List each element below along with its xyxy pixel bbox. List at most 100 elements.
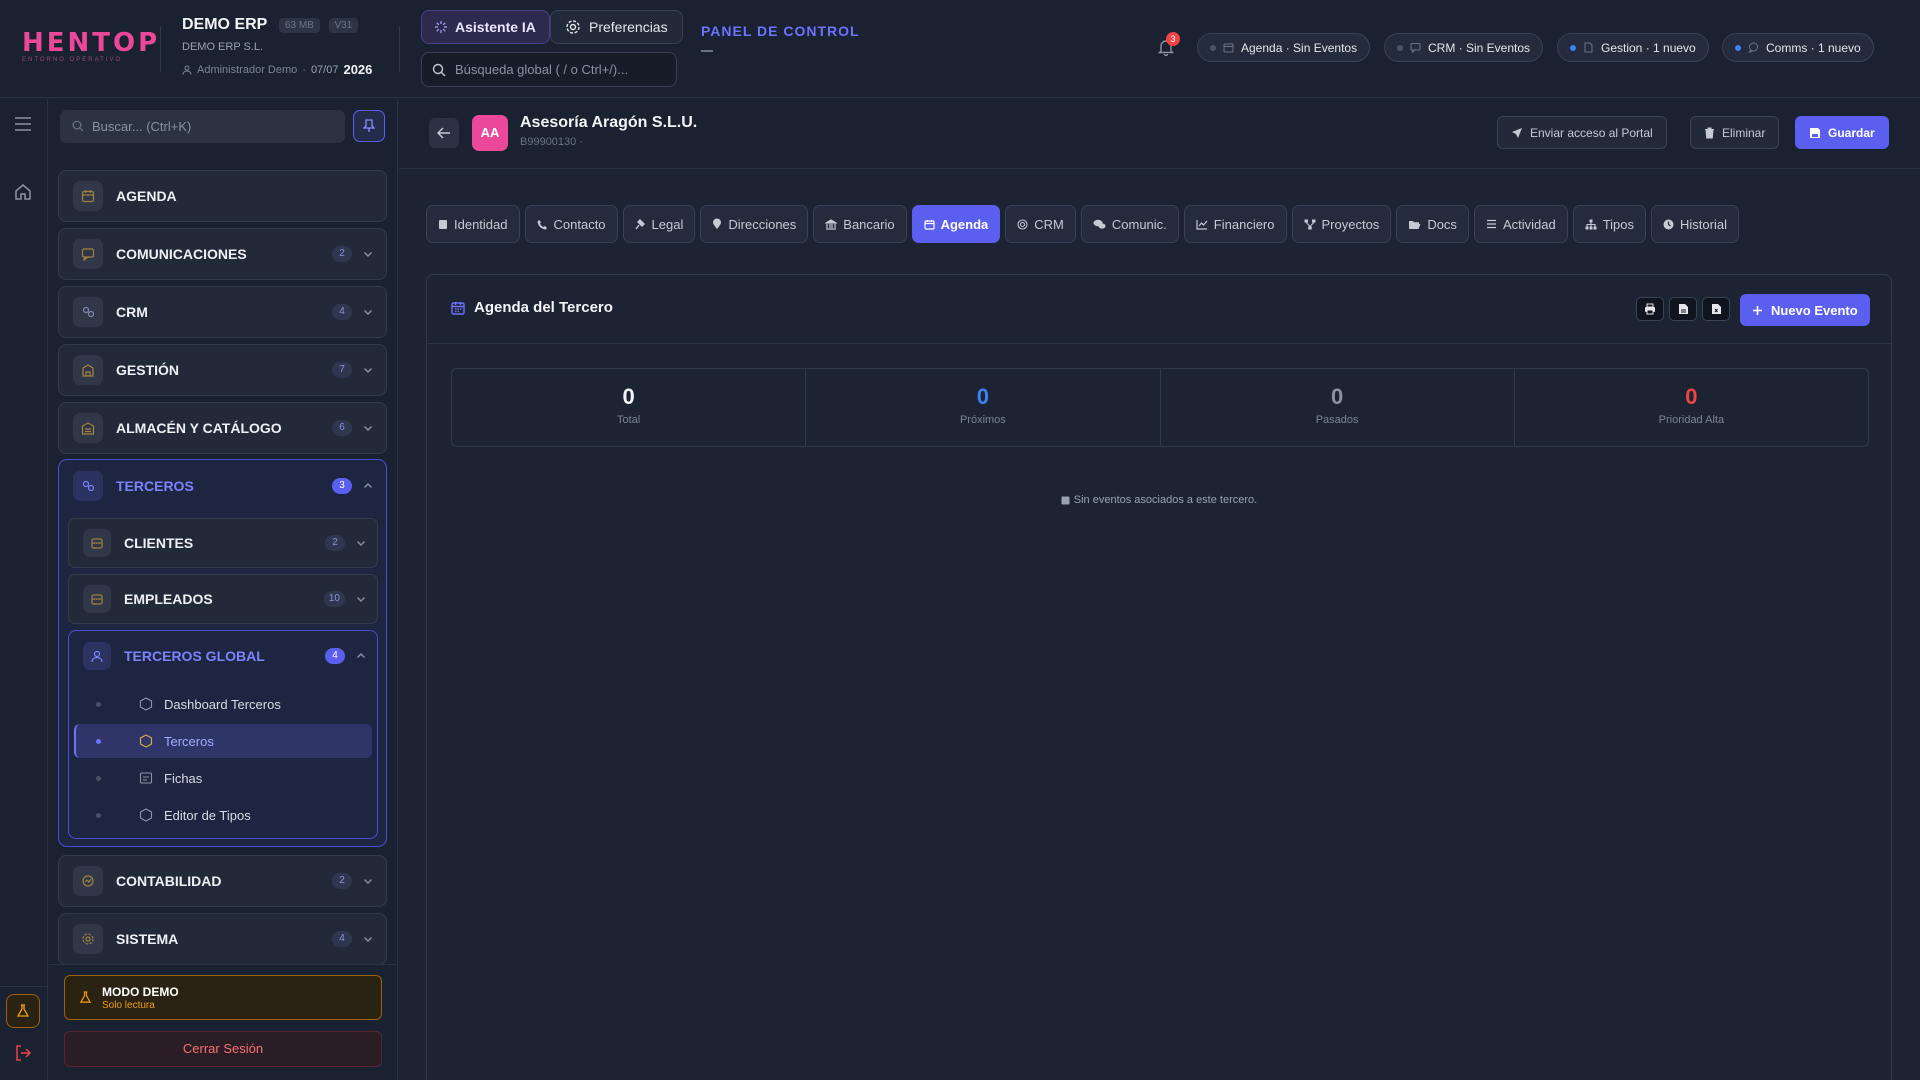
delete-button[interactable]: Eliminar — [1690, 116, 1780, 149]
id-card-icon — [438, 219, 448, 230]
status-chip-gestion[interactable]: Gestion · 1 nuevo — [1557, 33, 1709, 62]
app-info: DEMO ERP 63 MB V31 DEMO ERP S.L. Adminis… — [182, 16, 372, 77]
search-icon — [72, 120, 84, 132]
demo-mode-banner: MODO DEMO Solo lectura — [64, 975, 382, 1020]
logout-icon[interactable] — [14, 1044, 32, 1062]
sidebar-leaf-terceros[interactable]: Terceros — [74, 724, 372, 758]
count-badge: 4 — [332, 931, 352, 947]
preferences-button[interactable]: Preferencias — [550, 10, 683, 44]
sidebar: Buscar... (Ctrl+K) AGENDA COMUNICACIONES… — [49, 99, 398, 1080]
tab-historial[interactable]: Historial — [1651, 205, 1739, 243]
current-year: 2026 — [343, 62, 373, 77]
tab-actividad[interactable]: Actividad — [1473, 205, 1568, 243]
sidebar-item-clientes[interactable]: CLIENTES 2 — [68, 518, 378, 568]
crm-icon — [73, 297, 103, 327]
new-event-button[interactable]: Nuevo Evento — [1740, 294, 1870, 326]
pin-icon[interactable] — [353, 110, 385, 142]
editor-icon — [139, 808, 153, 822]
hamburger-menu-icon[interactable] — [14, 117, 32, 131]
calendar-icon — [451, 301, 465, 315]
tab-agenda[interactable]: Agenda — [911, 205, 1001, 243]
tab-comunic[interactable]: Comunic. — [1080, 205, 1179, 243]
avatar: AA — [472, 115, 508, 151]
logout-button[interactable]: Cerrar Sesión — [64, 1031, 382, 1067]
tab-identidad[interactable]: Identidad — [426, 205, 520, 243]
sidebar-item-contabilidad[interactable]: CONTABILIDAD 2 — [58, 855, 387, 907]
tab-docs[interactable]: Docs — [1396, 205, 1469, 243]
status-chip-crm[interactable]: CRM · Sin Eventos — [1384, 33, 1544, 62]
tab-financiero[interactable]: Financiero — [1183, 205, 1287, 243]
app-logo[interactable]: HENTOP ENTORNO OPERATIVO — [22, 30, 157, 64]
sidebar-search-input[interactable]: Buscar... (Ctrl+K) — [60, 110, 345, 143]
status-chip-comms[interactable]: Comms · 1 nuevo — [1722, 33, 1874, 62]
sidebar-item-empleados[interactable]: EMPLEADOS 10 — [68, 574, 378, 624]
sidebar-item-crm[interactable]: CRM 4 — [58, 286, 387, 338]
global-search-input[interactable]: Búsqueda global ( / o Ctrl+/)... — [421, 52, 677, 87]
send-portal-access-button[interactable]: Enviar acceso al Portal — [1497, 116, 1667, 149]
status-dot — [1210, 44, 1216, 51]
agenda-title: Agenda del Tercero — [451, 299, 613, 316]
sidebar-item-agenda[interactable]: AGENDA — [58, 170, 387, 222]
tab-crm[interactable]: CRM — [1005, 205, 1076, 243]
stat-value: 0 — [622, 384, 635, 409]
home-icon[interactable] — [14, 183, 32, 201]
sidebar-leaf-editor-tipos[interactable]: Editor de Tipos — [74, 798, 372, 832]
count-badge: 4 — [325, 648, 345, 664]
plus-icon — [1752, 305, 1763, 316]
header-divider — [399, 26, 400, 72]
user-icon — [182, 65, 192, 75]
sidebar-item-gestion[interactable]: GESTIÓN 7 — [58, 344, 387, 396]
target-icon — [1017, 218, 1028, 230]
list-icon — [1486, 219, 1497, 229]
tab-proyectos[interactable]: Proyectos — [1291, 205, 1392, 243]
save-icon — [1809, 127, 1821, 139]
terceros-icon — [139, 734, 153, 748]
header-divider — [160, 26, 161, 72]
sidebar-item-sistema[interactable]: SISTEMA 4 — [58, 913, 387, 965]
stat-value: 0 — [1685, 384, 1698, 409]
building-icon — [73, 355, 103, 385]
empty-state: Sin eventos asociados a este tercero. — [427, 494, 1891, 506]
send-icon — [1511, 127, 1523, 139]
flask-icon[interactable] — [6, 994, 40, 1028]
sidebar-leaf-dashboard-terceros[interactable]: Dashboard Terceros — [74, 687, 372, 721]
tab-contacto[interactable]: Contacto — [524, 205, 618, 243]
ai-assistant-button[interactable]: Asistente IA — [421, 10, 550, 44]
message-icon — [73, 239, 103, 269]
flask-icon — [79, 991, 92, 1004]
sparkle-icon — [435, 21, 447, 33]
stat-label: Total — [617, 414, 641, 426]
calendar-icon — [923, 219, 935, 230]
record-tabs: Identidad Contacto Legal Direcciones Ban… — [426, 205, 1739, 243]
sidebar-item-almacen[interactable]: ALMACÉN Y CATÁLOGO 6 — [58, 402, 387, 454]
sidebar-item-terceros-global[interactable]: TERCEROS GLOBAL 4 — [69, 631, 377, 681]
chevron-down-icon — [364, 368, 372, 373]
user-info: Administrador Demo · 07/07 2026 — [182, 62, 372, 77]
back-arrow-icon[interactable] — [429, 118, 459, 148]
save-button[interactable]: Guardar — [1795, 116, 1889, 149]
sidebar-leaf-fichas[interactable]: Fichas — [74, 761, 372, 795]
gavel-icon — [634, 218, 646, 230]
chevron-down-icon — [364, 426, 372, 431]
sidebar-item-terceros[interactable]: TERCEROS 3 — [59, 460, 386, 512]
count-badge: 2 — [332, 873, 352, 889]
sidebar-item-comunicaciones[interactable]: COMUNICACIONES 2 — [58, 228, 387, 280]
tab-bancario[interactable]: Bancario — [813, 205, 907, 243]
count-badge: 3 — [332, 478, 352, 494]
status-dot — [1397, 44, 1403, 51]
chevron-down-icon — [357, 597, 365, 602]
export-pdf-icon[interactable] — [1669, 297, 1697, 321]
tab-tipos[interactable]: Tipos — [1572, 205, 1646, 243]
tab-legal[interactable]: Legal — [622, 205, 696, 243]
search-icon — [432, 63, 446, 77]
chevron-up-icon — [364, 483, 372, 488]
tab-direcciones[interactable]: Direcciones — [700, 205, 809, 243]
print-icon[interactable] — [1636, 297, 1664, 321]
chart-line-icon — [1196, 219, 1208, 230]
export-file-icon[interactable] — [1702, 297, 1730, 321]
control-panel-link[interactable]: PANEL DE CONTROL — [701, 23, 860, 39]
chevron-down-icon — [364, 937, 372, 942]
chevron-down-icon — [357, 541, 365, 546]
dashboard-icon — [139, 697, 153, 711]
status-chip-agenda[interactable]: Agenda · Sin Eventos — [1197, 33, 1371, 62]
